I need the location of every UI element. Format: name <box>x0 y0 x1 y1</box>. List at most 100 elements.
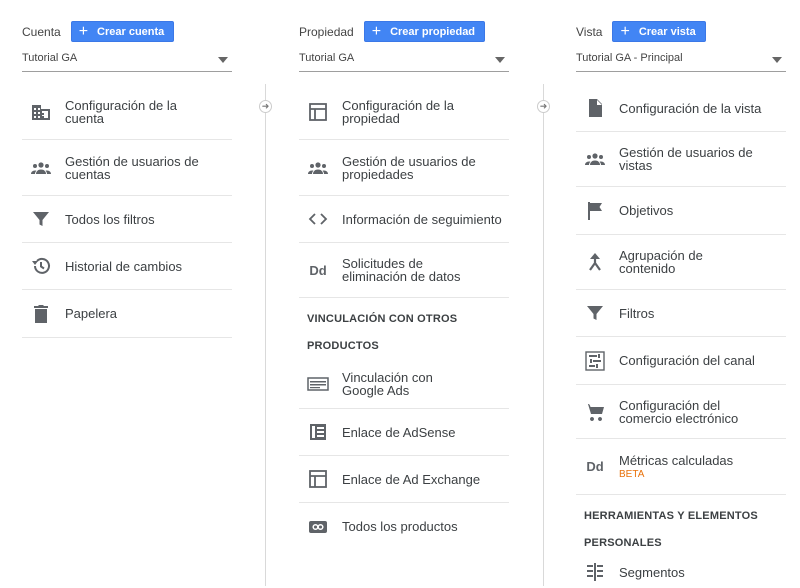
channel-icon <box>584 350 606 372</box>
section-title-personal: PERSONALES <box>584 537 662 549</box>
create-view-button[interactable]: + Crear vista <box>612 21 706 42</box>
window-icon <box>307 468 329 490</box>
people-icon <box>307 157 329 179</box>
link-icon <box>307 516 329 538</box>
sidebar-item-all-filters[interactable]: Todos los filtros <box>22 196 232 243</box>
sidebar-item-label: Segmentos <box>619 564 685 580</box>
sidebar-item-segments[interactable]: Segmentos <box>576 556 786 588</box>
create-property-label: Crear propiedad <box>390 25 476 38</box>
sidebar-item-label: Gestión de usuarios de cuentas <box>65 154 199 182</box>
sidebar-item-label: Filtros <box>619 305 655 321</box>
plus-icon: + <box>78 22 89 40</box>
sidebar-item-trash[interactable]: Papelera <box>22 290 232 338</box>
sidebar-item-ecommerce-settings[interactable]: Configuración del comercio electrónico <box>576 385 786 439</box>
dropdown-caret-icon <box>218 57 228 63</box>
sidebar-item-label: Enlace de Ad Exchange <box>342 471 481 487</box>
sidebar-item-label: Configuración de la cuenta <box>65 98 178 126</box>
view-selected-value: Tutorial GA - Principal <box>576 52 683 64</box>
create-view-label: Crear vista <box>638 25 696 38</box>
sidebar-item-adsense-link[interactable]: Enlace de AdSense <box>299 409 509 456</box>
calculated-metrics-label: Métricas calculadas <box>619 452 734 468</box>
property-label: Propiedad <box>299 24 354 39</box>
ads-icon <box>307 373 329 395</box>
arrow-right-icon: ➜ <box>537 100 550 113</box>
history-icon <box>30 255 52 277</box>
sidebar-item-label: Configuración del canal <box>619 353 755 368</box>
account-selector[interactable]: Tutorial GA <box>22 52 232 72</box>
sidebar-item-view-users[interactable]: Gestión de usuarios de vistas <box>576 132 786 187</box>
people-icon <box>584 148 606 170</box>
sidebar-item-all-products[interactable]: Todos los productos <box>299 503 509 550</box>
flag-icon <box>584 200 606 222</box>
sidebar-item-filters[interactable]: Filtros <box>576 290 786 337</box>
property-column: Propiedad + Crear propiedad Tutorial GA … <box>299 0 509 586</box>
sidebar-item-ad-exchange-link[interactable]: Enlace de Ad Exchange <box>299 456 509 503</box>
sidebar-item-property-users[interactable]: Gestión de usuarios de propiedades <box>299 141 509 196</box>
create-property-button[interactable]: + Crear propiedad <box>363 21 486 42</box>
section-title-tools: HERRAMIENTAS Y ELEMENTOS <box>584 510 758 522</box>
code-icon <box>307 208 329 230</box>
sidebar-item-label: Gestión de usuarios de propiedades <box>342 154 476 182</box>
sidebar-item-label: Todos los filtros <box>65 211 155 227</box>
column-divider <box>265 84 266 586</box>
account-header: Cuenta + Crear cuenta <box>22 21 175 42</box>
plus-icon: + <box>620 22 630 40</box>
filter-icon <box>30 208 52 230</box>
dropdown-caret-icon <box>495 57 505 63</box>
dd-icon: Dd <box>309 262 327 278</box>
sidebar-item-label: Solicitudes de eliminación de datos <box>342 256 461 284</box>
view-label: Vista <box>576 24 603 39</box>
property-selected-value: Tutorial GA <box>299 52 355 64</box>
account-label: Cuenta <box>22 24 61 39</box>
account-column: Cuenta + Crear cuenta Tutorial GA Config… <box>22 0 232 586</box>
sidebar-item-goals[interactable]: Objetivos <box>576 187 786 235</box>
sidebar-item-content-grouping[interactable]: Agrupación de contenido <box>576 235 786 290</box>
plus-icon: + <box>371 22 382 40</box>
beta-badge: BETA <box>619 468 645 480</box>
column-divider <box>543 84 544 586</box>
sidebar-item-channel-settings[interactable]: Configuración del canal <box>576 337 786 385</box>
property-selector[interactable]: Tutorial GA <box>299 52 509 72</box>
document-icon <box>584 97 606 119</box>
sidebar-item-label: Vinculación con Google Ads <box>342 370 433 398</box>
people-icon <box>30 157 52 179</box>
sidebar-item-label: Objetivos <box>619 203 674 218</box>
sidebar-item-calculated-metrics[interactable]: Dd Métricas calculadas BETA <box>576 439 786 495</box>
sidebar-item-label: Historial de cambios <box>65 258 183 274</box>
property-header: Propiedad + Crear propiedad <box>299 21 486 42</box>
sidebar-item-data-deletion[interactable]: Dd Solicitudes de eliminación de datos <box>299 243 509 298</box>
sidebar-item-account-users[interactable]: Gestión de usuarios de cuentas <box>22 141 232 196</box>
sidebar-item-label: Configuración del comercio electrónico <box>619 397 739 426</box>
section-title-products: PRODUCTOS <box>307 340 379 352</box>
trash-icon <box>30 303 52 325</box>
sidebar-item-label: Información de seguimiento <box>342 211 502 227</box>
dropdown-caret-icon <box>772 57 782 63</box>
cart-icon <box>584 401 606 423</box>
sidebar-item-label: Todos los productos <box>342 519 458 534</box>
sidebar-item-tracking-info[interactable]: Información de seguimiento <box>299 196 509 243</box>
sidebar-item-account-settings[interactable]: Configuración de la cuenta <box>22 85 232 140</box>
view-column: Vista + Crear vista Tutorial GA - Princi… <box>576 0 786 586</box>
view-selector[interactable]: Tutorial GA - Principal <box>576 52 786 72</box>
create-account-label: Crear cuenta <box>97 25 165 38</box>
arrow-right-icon: ➜ <box>259 100 272 113</box>
sidebar-item-view-settings[interactable]: Configuración de la vista <box>576 85 786 132</box>
adsense-icon <box>307 421 329 443</box>
filter-icon <box>584 302 606 324</box>
building-icon <box>30 101 52 123</box>
sidebar-item-change-history[interactable]: Historial de cambios <box>22 243 232 290</box>
sidebar-item-label: Configuración de la vista <box>619 100 762 116</box>
account-selected-value: Tutorial GA <box>22 52 78 64</box>
window-icon <box>307 101 329 123</box>
sidebar-item-property-settings[interactable]: Configuración de la propiedad <box>299 85 509 140</box>
segments-icon <box>584 561 606 583</box>
create-account-button[interactable]: + Crear cuenta <box>70 21 175 42</box>
section-title-linking: VINCULACIÓN CON OTROS <box>307 313 458 325</box>
sidebar-item-label: Gestión de usuarios de vistas <box>619 145 753 173</box>
sidebar-item-label: Métricas calculadas BETA <box>619 454 733 480</box>
merge-icon <box>584 251 606 273</box>
sidebar-item-label: Configuración de la propiedad <box>342 98 455 126</box>
dd-icon: Dd <box>586 459 604 474</box>
sidebar-item-label: Enlace de AdSense <box>342 424 456 440</box>
sidebar-item-google-ads-link[interactable]: Vinculación con Google Ads <box>299 360 509 409</box>
